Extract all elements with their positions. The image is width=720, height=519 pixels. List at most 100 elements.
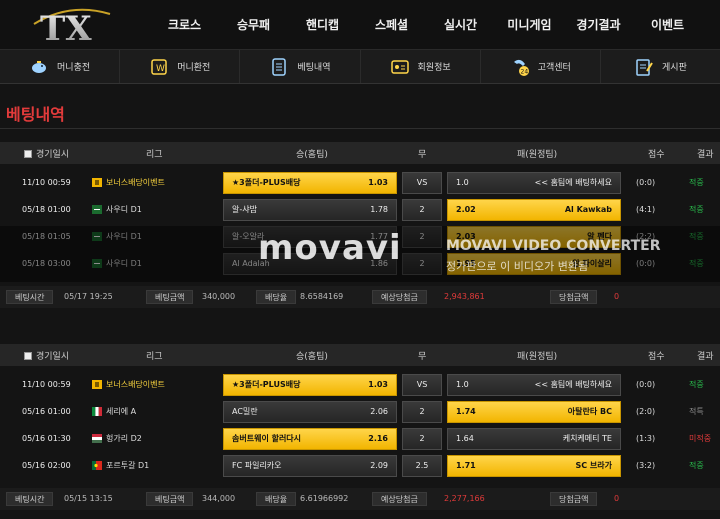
bet-summary: 베팅시간 05/17 19:25 베팅금액 340,000 배당율 8.6584169 예상…: [0, 286, 720, 308]
col-date: 경기일시: [36, 352, 70, 362]
subnav-label: 회원정보: [417, 63, 451, 73]
away-odds-button[interactable]: 1.0 << 홈팀에 배팅하세요: [447, 374, 621, 396]
table-row: 05/16 01:00 세리에 A AC밀란 2.06 2 1.74 아탈란타 BC (2:0…: [0, 399, 720, 425]
table-row: 05/16 02:00 포르투갈 D1 FC 파일리카오 2.09 2.5 1.71 SC …: [0, 453, 720, 479]
subnav-item-1[interactable]: W 머니환전: [120, 50, 241, 83]
nav-item-2[interactable]: 핸디캡: [288, 0, 357, 50]
select-checkbox[interactable]: [24, 352, 32, 360]
col-home: 승(홈팀): [296, 352, 328, 362]
watermark-overlay: [0, 226, 720, 282]
draw-odds-button[interactable]: VS: [402, 374, 442, 396]
away-odds-button[interactable]: 1.0 << 홈팀에 배팅하세요: [447, 172, 621, 194]
away-team: 케치케메티 TE: [562, 434, 612, 443]
expected-win: 2,943,861: [444, 292, 485, 301]
nav-item-0[interactable]: 크로스: [150, 0, 219, 50]
home-odds-button[interactable]: 알-샤밥 1.78: [223, 199, 397, 221]
draw-odds-button[interactable]: 2: [402, 428, 442, 450]
match-result: 적중: [689, 380, 704, 389]
match-score: (4:1): [636, 205, 656, 214]
away-odds-button[interactable]: 1.71 SC 브라가: [447, 455, 621, 477]
subnav-item-0[interactable]: 머니충전: [0, 50, 121, 83]
subnav-item-5[interactable]: 게시판: [601, 50, 720, 83]
support-24-icon: 24: [513, 59, 529, 76]
bet-amount: 340,000: [202, 292, 236, 301]
italy-flag-icon: [92, 407, 102, 416]
saudi-flag-icon: [92, 205, 102, 214]
nav-item-7[interactable]: 이벤트: [633, 0, 702, 50]
piggy-bank-icon: [32, 60, 47, 73]
draw-odds-button[interactable]: 2: [402, 199, 442, 221]
label-bet-amount: 베팅금액: [146, 492, 194, 506]
col-score: 점수: [648, 150, 665, 160]
league-name: 보너스배당이벤트: [106, 178, 165, 187]
event-flag-icon: [92, 380, 102, 389]
portugal-flag-icon: [92, 461, 102, 470]
home-odd: 2.06: [370, 407, 388, 416]
label-expected: 예상당첨금: [372, 492, 427, 506]
draw-odds-button[interactable]: 2.5: [402, 455, 442, 477]
svg-text:24: 24: [520, 68, 528, 75]
subnav-item-2[interactable]: 베팅내역: [240, 50, 361, 83]
col-league: 리그: [146, 352, 163, 362]
away-odds-button[interactable]: 2.02 Al Kawkab: [447, 199, 621, 221]
away-odds-button[interactable]: 1.74 아탈란타 BC: [447, 401, 621, 423]
home-odds-button[interactable]: ★3폴더-PLUS배당 1.03: [223, 374, 397, 396]
select-all[interactable]: 경기일시: [24, 147, 69, 160]
table-header: 경기일시 리그 승(홈팀) 무 패(원정팀) 점수 결과: [0, 344, 720, 366]
match-result: 미적중: [689, 434, 712, 443]
nav-item-3[interactable]: 스페셜: [357, 0, 426, 50]
home-odds-button[interactable]: 솜버트웨이 할러다시 2.16: [223, 428, 397, 450]
bet-amount: 344,000: [202, 494, 236, 503]
home-odds-button[interactable]: FC 파일리카오 2.09: [223, 455, 397, 477]
nav-item-4[interactable]: 실시간: [426, 0, 495, 50]
col-away: 패(원정팀): [517, 150, 558, 160]
table-row: 05/16 01:30 헝가리 D2 솜버트웨이 할러다시 2.16 2 1.64 케치케메…: [0, 426, 720, 452]
table-header: 경기일시 리그 승(홈팀) 무 패(원정팀) 점수 결과: [0, 142, 720, 164]
site-logo[interactable]: TX: [30, 4, 114, 49]
away-odds-button[interactable]: 1.64 케치케메티 TE: [447, 428, 621, 450]
label-odds: 배당율: [256, 290, 297, 304]
table-row: 11/10 00:59 보너스배당이벤트 ★3폴더-PLUS배당 1.03 VS 1.0 <…: [0, 170, 720, 196]
away-odd: 1.0: [456, 380, 469, 389]
match-date: 11/10 00:59: [22, 380, 71, 389]
match-score: (0:0): [636, 380, 656, 389]
draw-odds-button[interactable]: 2: [402, 401, 442, 423]
home-team: 솜버트웨이 할러다시: [232, 434, 302, 443]
home-odd: 2.16: [368, 434, 388, 443]
svg-text:W: W: [156, 64, 165, 74]
col-draw: 무: [418, 352, 427, 362]
nav-item-6[interactable]: 경기결과: [564, 0, 633, 50]
subnav-item-3[interactable]: 회원정보: [361, 50, 481, 83]
select-all[interactable]: 경기일시: [24, 349, 69, 362]
col-result: 결과: [697, 352, 714, 362]
away-team: << 홈팀에 배팅하세요: [534, 380, 612, 389]
match-result: 적중: [689, 461, 704, 470]
away-odd: 1.71: [456, 461, 476, 470]
page-title: 베팅내역: [6, 105, 65, 124]
home-odd: 1.03: [368, 380, 388, 389]
match-date: 05/16 02:00: [22, 461, 71, 470]
col-score: 점수: [648, 352, 665, 362]
select-checkbox[interactable]: [24, 150, 32, 158]
subnav-label: 고객센터: [537, 63, 571, 73]
nav-item-1[interactable]: 승무패: [219, 0, 288, 50]
match-date: 11/10 00:59: [22, 178, 71, 187]
away-team: Al Kawkab: [564, 205, 612, 214]
league-name: 포르투갈 D1: [106, 461, 150, 470]
match-result: 적중: [689, 205, 704, 214]
home-odds-button[interactable]: ★3폴더-PLUS배당 1.03: [223, 172, 397, 194]
draw-odds-button[interactable]: VS: [402, 172, 442, 194]
label-bet-time: 베팅시간: [6, 290, 54, 304]
home-team: ★3폴더-PLUS배당: [232, 178, 301, 187]
away-odd: 1.0: [456, 178, 469, 187]
exchange-icon: W: [151, 58, 167, 75]
match-score: (2:0): [636, 407, 656, 416]
home-odd: 2.09: [370, 461, 388, 470]
league-name: 사우디 D1: [106, 205, 142, 214]
nav-item-5[interactable]: 미니게임: [495, 0, 564, 50]
home-odds-button[interactable]: AC밀란 2.06: [223, 401, 397, 423]
label-bet-time: 베팅시간: [6, 492, 54, 506]
subnav-item-4[interactable]: 24 고객센터: [481, 50, 601, 83]
tx-logo-icon: TX: [33, 8, 111, 49]
match-date: 05/16 01:00: [22, 407, 71, 416]
